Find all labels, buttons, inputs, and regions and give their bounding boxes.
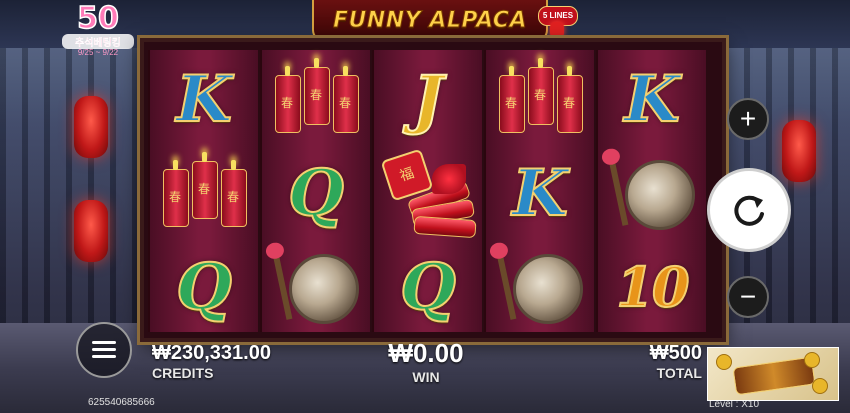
coin-icon xyxy=(716,354,732,370)
reel-cell: J xyxy=(374,52,482,146)
symbol-k: K xyxy=(511,155,569,232)
win-label: WIN xyxy=(412,369,440,385)
reel-frame: K 春春春 Q 春春春 Q J 福 Q 春春春 K K 10 xyxy=(140,38,726,342)
gong-icon xyxy=(607,150,697,236)
reel-5: K 10 xyxy=(596,50,706,332)
firecracker-bundle-icon: 福 xyxy=(378,148,478,239)
promo-number: 50 xyxy=(76,1,119,36)
lantern-left-top xyxy=(74,96,108,158)
game-title: FUNNY ALPACA xyxy=(333,7,527,33)
promo-logo[interactable]: 50 추석베팅킹 9/25 ~ 9/22 xyxy=(62,1,134,60)
reel-cell: Q xyxy=(150,240,258,334)
reel-cell: K xyxy=(598,52,706,146)
coin-icon xyxy=(804,352,820,368)
coin-icon xyxy=(812,378,828,394)
firecrackers-icon: 春春春 xyxy=(271,58,361,139)
bet-decrease-button[interactable]: − xyxy=(727,276,769,318)
reel-3: J福Q xyxy=(372,50,482,332)
credits-value: ₩230,331.00 xyxy=(152,342,271,364)
symbol-q: Q xyxy=(287,155,345,232)
symbol-10: 10 xyxy=(615,254,690,320)
reel-cell xyxy=(598,146,706,240)
reel-cell: 10 xyxy=(598,240,706,334)
firecrackers-icon: 春春春 xyxy=(495,58,585,139)
symbol-k: K xyxy=(175,61,233,138)
credits-label: CREDITS xyxy=(152,365,214,381)
game-title-banner: FUNNY ALPACA xyxy=(312,0,548,42)
menu-button[interactable] xyxy=(76,322,132,378)
symbol-j: J xyxy=(412,61,444,138)
bet-increase-button[interactable]: + xyxy=(727,98,769,140)
reel-cell xyxy=(262,240,370,334)
spin-button[interactable] xyxy=(707,168,791,252)
reel-1: K 春春春 Q xyxy=(148,50,258,332)
credits-display: ₩230,331.00 CREDITS xyxy=(152,342,271,381)
promo-dates: 9/25 ~ 9/22 xyxy=(77,48,119,57)
promo-thumbnail[interactable] xyxy=(707,347,839,401)
total-bet-display[interactable]: ₩500 TOTAL xyxy=(640,342,702,381)
win-display: ₩0.00 WIN xyxy=(384,338,468,385)
reel-cell xyxy=(486,240,594,334)
reel-cell: K xyxy=(150,52,258,146)
lantern-left-bottom xyxy=(74,200,108,262)
plus-icon: + xyxy=(739,103,757,134)
promo-text: 추석베팅킹 xyxy=(62,34,134,49)
reel-cell: 福 xyxy=(374,146,482,240)
lantern-right xyxy=(782,120,816,182)
reel-cell: Q xyxy=(262,146,370,240)
reel-2: 春春春 Q xyxy=(260,50,370,332)
symbol-k: K xyxy=(623,61,681,138)
reel-cell: 春春春 xyxy=(262,52,370,146)
reel-cell: K xyxy=(486,146,594,240)
win-value: ₩0.00 xyxy=(388,338,464,368)
symbol-q: Q xyxy=(175,249,233,326)
firecrackers-icon: 春春春 xyxy=(159,152,249,233)
reel-4: 春春春 K xyxy=(484,50,594,332)
gong-icon xyxy=(495,244,585,330)
lantern-icon xyxy=(550,22,564,38)
reel-cell: 春春春 xyxy=(486,52,594,146)
gong-icon xyxy=(271,244,361,330)
total-label: TOTAL xyxy=(656,365,702,381)
symbol-q: Q xyxy=(399,249,457,326)
total-value: ₩500 xyxy=(649,342,702,364)
ticket-id: 625540685666 xyxy=(88,397,155,408)
reel-cell: 春春春 xyxy=(150,146,258,240)
menu-icon xyxy=(92,341,116,359)
reel-cell: Q xyxy=(374,240,482,334)
promo-thumbnail-badge xyxy=(732,356,816,396)
spin-arrow-icon xyxy=(734,195,764,226)
minus-icon: − xyxy=(739,281,757,312)
